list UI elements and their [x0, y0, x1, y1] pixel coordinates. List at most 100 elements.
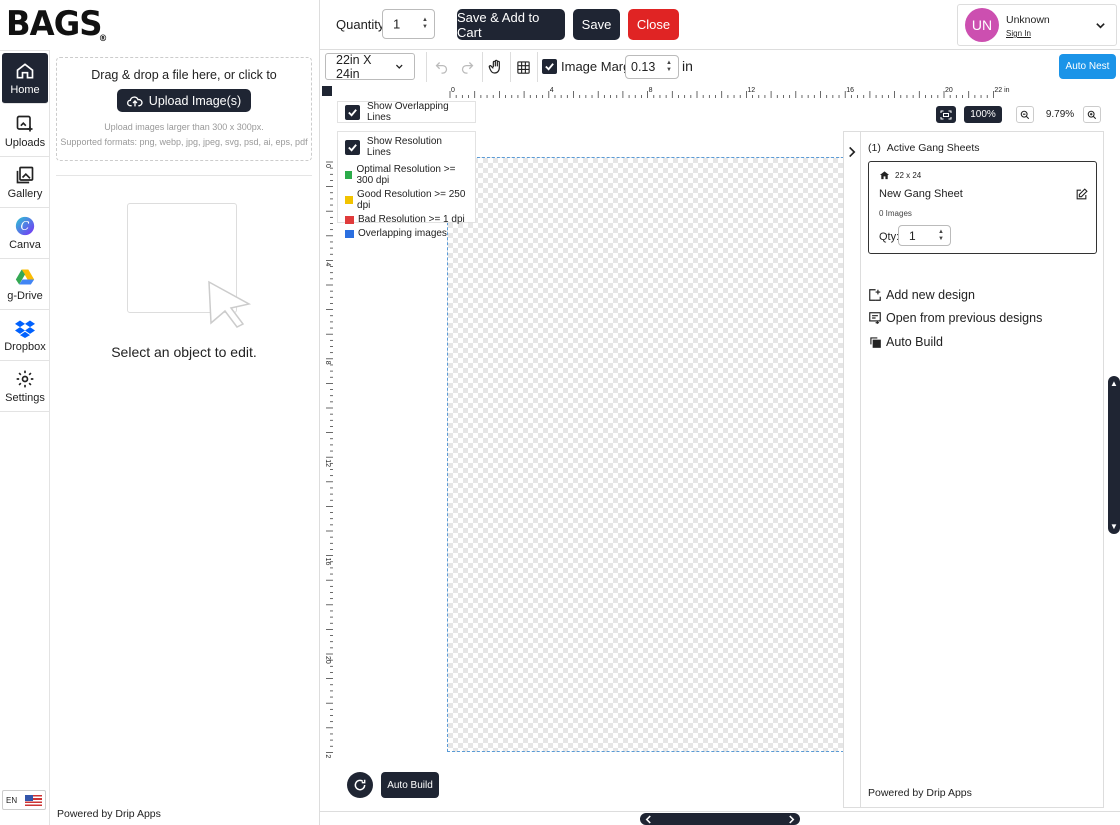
- dropzone-text: Drag & drop a file here, or click to: [91, 68, 277, 82]
- auto-build-action[interactable]: Auto Build: [868, 335, 943, 349]
- zoom-reset-button[interactable]: 100%: [964, 106, 1002, 123]
- hand-pan-icon[interactable]: [487, 58, 505, 76]
- gang-sheets-title-text: Active Gang Sheets: [886, 142, 980, 154]
- save-add-to-cart-button[interactable]: Save & Add to Cart: [457, 9, 565, 40]
- undo-icon[interactable]: [432, 58, 450, 76]
- gang-sheet-canvas[interactable]: [447, 157, 859, 752]
- image-margin-checkbox[interactable]: [542, 59, 557, 74]
- image-margin-stepper[interactable]: 0.13 ▲ ▼: [625, 55, 679, 79]
- brand-logo[interactable]: BAGS®: [6, 4, 107, 44]
- check-icon: [348, 108, 357, 117]
- legend-swatch: [345, 215, 354, 224]
- vertical-ruler: 0 4 8 12 16 20 24 in: [324, 161, 333, 758]
- refresh-button[interactable]: [347, 772, 373, 798]
- overlapping-lines-checkbox[interactable]: [345, 104, 360, 120]
- ruler-tick-label: 4: [550, 87, 554, 94]
- ruler-tick-label: 8: [324, 361, 331, 365]
- ruler-tick-label: 8: [649, 87, 653, 94]
- gallery-icon: [16, 166, 34, 183]
- auto-build-action-label: Auto Build: [886, 335, 943, 349]
- nav-item-label: Uploads: [4, 136, 46, 149]
- gdrive-icon: [15, 269, 35, 284]
- powered-prefix: Powered by: [868, 787, 927, 799]
- powered-by: Powered by Drip Apps: [868, 787, 972, 799]
- cursor-arrow-icon: [208, 280, 252, 328]
- chevron-right-icon[interactable]: [788, 814, 795, 824]
- language-selector[interactable]: EN: [2, 790, 46, 810]
- ruler-tick-label: 12: [747, 87, 755, 94]
- nav-item-dropbox[interactable]: Dropbox: [0, 310, 50, 361]
- gang-sheet-qty-label: Qty:: [879, 231, 900, 243]
- brand-logo-text: BAGS: [6, 4, 103, 44]
- legend-swatch: [345, 196, 354, 204]
- add-new-design-button[interactable]: Add new design: [868, 288, 975, 302]
- overlapping-lines-toggle[interactable]: Show Overlapping Lines: [337, 101, 476, 123]
- legend-item-overlapping: Overlapping images: [345, 228, 468, 239]
- ruler-tick-label: 12: [324, 459, 331, 467]
- cloud-upload-icon: [126, 95, 143, 106]
- edit-icon[interactable]: [1075, 188, 1088, 201]
- vertical-scrollbar[interactable]: ▲ ▼: [1108, 376, 1120, 534]
- ruler-tick-label: 0: [324, 164, 331, 168]
- nav-item-gallery[interactable]: Gallery: [0, 157, 50, 208]
- divider: [56, 175, 312, 176]
- check-icon: [545, 63, 554, 71]
- legend-item-good: Good Resolution >= 250 dpi: [345, 189, 468, 211]
- nav-item-canva[interactable]: C Canva: [0, 208, 50, 259]
- stepper-arrows-icon[interactable]: ▲ ▼: [663, 58, 675, 76]
- sign-in-link[interactable]: Sign In: [1006, 29, 1031, 38]
- stepper-arrows-icon[interactable]: ▲ ▼: [935, 227, 947, 245]
- powered-link[interactable]: Drip Apps: [115, 808, 161, 820]
- chevron-left-icon[interactable]: [645, 814, 652, 824]
- legend-label: Bad Resolution >= 1 dpi: [358, 214, 465, 225]
- zoom-in-button[interactable]: [1083, 106, 1101, 123]
- horizontal-scrollbar[interactable]: [640, 813, 800, 825]
- auto-build-button[interactable]: Auto Build: [381, 772, 439, 798]
- powered-link[interactable]: Drip Apps: [926, 787, 972, 799]
- ruler-tick-label: 0: [451, 87, 455, 94]
- ruler-tick-label: 24 in: [324, 754, 331, 758]
- us-flag-icon: [25, 794, 42, 806]
- chevron-right-icon[interactable]: [846, 144, 857, 160]
- gang-sheets-title: (1) Active Gang Sheets: [868, 142, 980, 154]
- check-icon: [348, 143, 357, 152]
- fit-screen-button[interactable]: [936, 106, 956, 123]
- grid-icon[interactable]: [514, 58, 532, 76]
- nav-item-gdrive[interactable]: g-Drive: [0, 259, 50, 310]
- user-menu[interactable]: UN Unknown Sign In: [957, 4, 1117, 46]
- chevron-down-icon: [1096, 23, 1105, 29]
- zoom-in-icon: [1087, 110, 1097, 119]
- quantity-stepper[interactable]: 1 ▲ ▼: [382, 9, 435, 39]
- resolution-lines-toggle[interactable]: Show Resolution Lines: [345, 136, 468, 158]
- ruler-tick-label: 4: [324, 262, 331, 266]
- nav-item-settings[interactable]: Settings: [0, 361, 50, 412]
- zoom-out-icon: [1020, 110, 1030, 119]
- stepper-arrows-icon[interactable]: ▲ ▼: [419, 15, 431, 33]
- home-icon: [879, 171, 890, 180]
- resolution-lines-checkbox[interactable]: [345, 139, 360, 155]
- zoom-out-button[interactable]: [1016, 106, 1034, 123]
- save-button[interactable]: Save: [573, 9, 620, 40]
- upload-dropzone[interactable]: Drag & drop a file here, or click to Upl…: [56, 57, 312, 161]
- ruler-corner: [322, 86, 332, 96]
- ruler-tick-label: 20: [945, 87, 953, 94]
- close-button[interactable]: Close: [628, 9, 679, 40]
- open-previous-designs-button[interactable]: Open from previous designs: [868, 311, 1042, 325]
- toolbar-divider: [482, 52, 483, 82]
- gang-sheet-card[interactable]: 22 x 24 New Gang Sheet 0 Images Qty: 1 ▲…: [868, 161, 1097, 254]
- upload-images-button[interactable]: Upload Image(s): [116, 89, 252, 112]
- gang-sheet-qty-stepper[interactable]: 1 ▲ ▼: [898, 225, 951, 246]
- sheet-size-select[interactable]: 22in X 24in: [325, 52, 415, 81]
- sheet-size-value: 22in X 24in: [336, 52, 372, 81]
- auto-nest-button[interactable]: Auto Nest: [1059, 54, 1116, 79]
- chevron-down-icon[interactable]: ▼: [1110, 522, 1118, 531]
- nav-item-home[interactable]: Home: [2, 53, 48, 104]
- resolution-lines-label: Show Resolution Lines: [366, 136, 442, 158]
- legend-label: Overlapping images: [358, 228, 447, 239]
- nav-item-uploads[interactable]: Uploads: [0, 106, 50, 157]
- ruler-tick-label: 16: [846, 87, 854, 94]
- horizontal-ruler: 0 4 8 12 16 20 22 in: [449, 87, 1010, 98]
- nav-item-label: Gallery: [7, 187, 43, 200]
- redo-icon[interactable]: [458, 58, 476, 76]
- chevron-up-icon[interactable]: ▲: [1110, 379, 1118, 388]
